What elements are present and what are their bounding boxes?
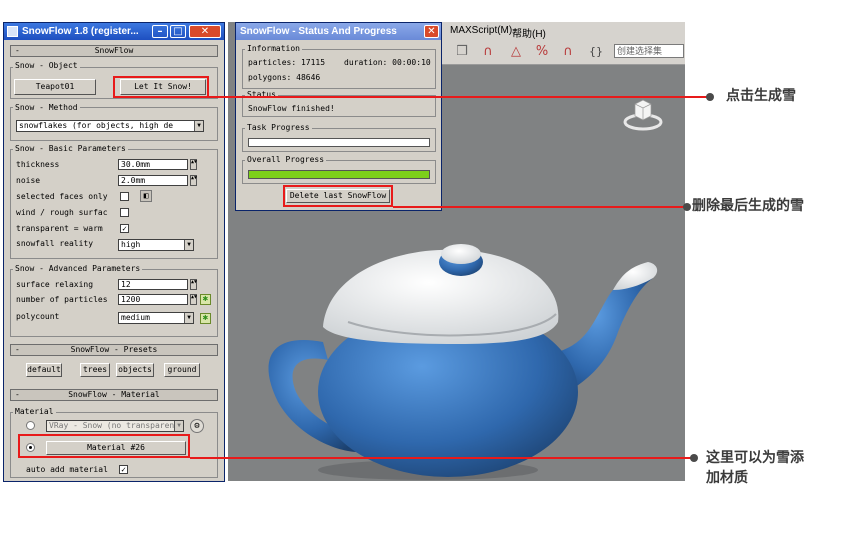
callout-dot-delete <box>683 203 691 211</box>
wind-label: wind / rough surfac <box>16 208 108 217</box>
snowflow-title: SnowFlow 1.8 (register... <box>22 26 139 37</box>
callout-line-material <box>190 457 694 459</box>
noise-label: noise <box>16 176 41 185</box>
relaxing-label: surface relaxing <box>16 280 94 289</box>
overall-group-label: Overall Progress <box>245 155 327 165</box>
selected-faces-checkbox[interactable] <box>120 192 129 201</box>
duration-text: duration: 00:00:10 <box>344 58 431 67</box>
task-progress-bar <box>248 138 430 147</box>
highlight-let-it-snow <box>113 76 209 98</box>
status-title: SnowFlow - Status And Progress <box>240 26 397 37</box>
material-browser-icon[interactable]: ⚙ <box>190 419 204 433</box>
transparent-label: transparent = warm <box>16 224 103 233</box>
polygons-count: polygons: 48646 <box>248 73 321 82</box>
task-group-label: Task Progress <box>245 123 312 133</box>
group-label-basic: Snow - Basic Parameters <box>13 144 128 154</box>
particles-lock-icon[interactable]: ✱ <box>200 294 211 305</box>
polycount-lock-icon[interactable]: ✱ <box>200 313 211 324</box>
callout-text-material-2: 加材质 <box>706 470 748 486</box>
reality-dropdown[interactable]: high ▼ <box>118 239 194 251</box>
named-selection-icon[interactable]: {} <box>586 44 606 60</box>
callout-text-snow: 点击生成雪 <box>726 88 796 104</box>
callout-dot-material <box>690 454 698 462</box>
rollout-presets[interactable]: - SnowFlow - Presets <box>10 344 218 356</box>
status-text: SnowFlow finished! <box>248 104 335 113</box>
group-label-object: Snow - Object <box>13 61 80 71</box>
group-label-material: Material <box>13 407 56 417</box>
callout-line-snow <box>209 96 710 98</box>
method-dropdown[interactable]: snowflakes (for objects, high de ▼ <box>16 120 204 132</box>
preset-default-button[interactable]: default <box>26 363 62 377</box>
highlight-material-slot <box>18 434 190 458</box>
particles-input[interactable]: 1200 <box>118 294 188 305</box>
wind-checkbox[interactable] <box>120 208 129 217</box>
rollout-snowflow[interactable]: - SnowFlow <box>10 45 218 57</box>
teapot-object-button[interactable]: Teapot01 <box>14 79 96 95</box>
noise-input[interactable]: 2.0mm <box>118 175 188 186</box>
material-dropdown[interactable]: VRay - Snow (no transparen ▼ <box>46 420 184 432</box>
highlight-delete-last <box>283 185 393 207</box>
particles-label: number of particles <box>16 295 108 304</box>
max-menubar: MAXScript(M) 帮助(H) <box>440 22 685 40</box>
percent-snap-icon[interactable]: % <box>532 44 552 60</box>
relaxing-input[interactable]: 12 <box>118 279 188 290</box>
info-group-label: Information <box>245 44 302 54</box>
rollout-material[interactable]: - SnowFlow - Material <box>10 389 218 401</box>
pick-faces-icon[interactable]: ◧ <box>140 190 152 202</box>
callout-text-delete: 删除最后生成的雪 <box>692 198 804 214</box>
thickness-spinner[interactable]: ▲▼ <box>190 159 197 170</box>
status-titlebar: SnowFlow - Status And Progress ✕ <box>236 23 441 40</box>
auto-add-checkbox[interactable]: ✓ <box>119 465 128 474</box>
noise-spinner[interactable]: ▲▼ <box>190 175 197 186</box>
thickness-input[interactable]: 30.0mm <box>118 159 188 170</box>
reality-label: snowfall reality <box>16 239 94 248</box>
selection-set-input[interactable]: 创建选择集 <box>614 44 684 58</box>
status-group-label: Status <box>245 90 278 100</box>
polycount-dropdown[interactable]: medium ▼ <box>118 312 194 324</box>
overall-progress-bar <box>248 170 430 179</box>
auto-add-label: auto add material <box>26 465 108 474</box>
menu-maxscript[interactable]: MAXScript(M) <box>450 25 512 36</box>
snowflow-app-icon <box>7 26 18 37</box>
snap-3d-icon[interactable]: ∩ <box>478 44 498 60</box>
status-window: SnowFlow - Status And Progress ✕ Informa… <box>235 22 442 211</box>
close-button[interactable]: ✕ <box>189 25 221 38</box>
status-close-button[interactable]: ✕ <box>424 25 439 38</box>
particles-spinner[interactable]: ▲▼ <box>190 294 197 305</box>
material-preset-radio[interactable] <box>26 421 35 430</box>
callout-line-delete <box>393 206 687 208</box>
relaxing-spinner[interactable]: ▲▼ <box>190 279 197 290</box>
view-cube-icon[interactable] <box>623 92 663 132</box>
menu-help[interactable]: 帮助(H) <box>512 25 546 40</box>
angle-snap-icon[interactable]: △ <box>506 44 526 60</box>
preset-trees-button[interactable]: trees <box>80 363 110 377</box>
group-label-method: Snow - Method <box>13 103 80 113</box>
transparent-checkbox[interactable]: ✓ <box>120 224 129 233</box>
group-information <box>242 49 436 89</box>
maximize-button[interactable]: □ <box>170 25 186 38</box>
particles-count: particles: 17115 <box>248 58 326 67</box>
cube-tool-icon[interactable]: ❒ <box>452 44 472 60</box>
snowflow-titlebar: SnowFlow 1.8 (register... – □ ✕ <box>4 23 224 40</box>
group-label-advanced: Snow - Advanced Parameters <box>13 264 143 274</box>
polycount-label: polycount <box>16 312 60 321</box>
selected-faces-label: selected faces only <box>16 192 108 201</box>
spinner-snap-icon[interactable]: ∩ <box>558 44 578 60</box>
thickness-label: thickness <box>16 160 60 169</box>
callout-text-material-1: 这里可以为雪添 <box>706 450 804 466</box>
preset-objects-button[interactable]: objects <box>116 363 154 377</box>
preset-ground-button[interactable]: ground <box>164 363 200 377</box>
callout-dot-snow <box>706 93 714 101</box>
minimize-button[interactable]: – <box>152 25 168 38</box>
